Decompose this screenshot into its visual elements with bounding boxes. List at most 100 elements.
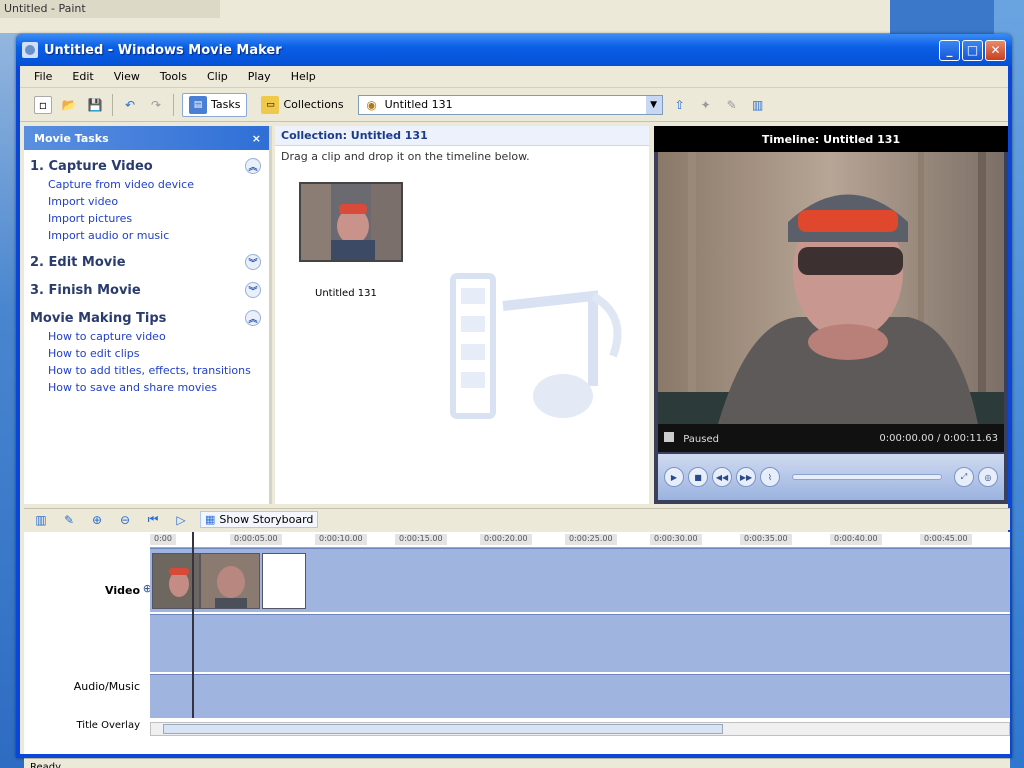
- split-icon[interactable]: ⌇: [760, 467, 780, 487]
- narrate-icon[interactable]: ✎: [60, 511, 78, 529]
- undo-icon[interactable]: ↶: [121, 96, 139, 114]
- expand-chevron-icon[interactable]: ︾: [245, 254, 261, 270]
- ruler-tick: 0:00:10.00: [315, 534, 367, 545]
- playback-controls: ▶ ■ ◀◀ ▶▶ ⌇ ⤢ ◎: [658, 454, 1004, 500]
- close-button[interactable]: ✕: [985, 39, 1006, 61]
- ruler-tick: 0:00:15.00: [395, 534, 447, 545]
- menu-tools[interactable]: Tools: [160, 70, 187, 83]
- tips-links: How to capture video How to edit clips H…: [24, 330, 269, 398]
- zoom-out-icon[interactable]: ⊖: [116, 511, 134, 529]
- snapshot-icon[interactable]: ◎: [978, 467, 998, 487]
- menu-edit[interactable]: Edit: [72, 70, 93, 83]
- title-overlay-track[interactable]: [150, 674, 1010, 718]
- seek-bar[interactable]: [792, 474, 942, 480]
- chevron-down-icon[interactable]: ▼: [645, 95, 662, 114]
- ruler-tick: 0:00:25.00: [565, 534, 617, 545]
- ruler-tick: 0:00:30.00: [650, 534, 702, 545]
- new-project-icon[interactable]: ▫: [34, 95, 52, 114]
- show-storyboard-button[interactable]: ▦ Show Storyboard: [200, 511, 319, 528]
- next-frame-icon[interactable]: ▶▶: [736, 467, 756, 487]
- ruler-tick: 0:00:20.00: [480, 534, 532, 545]
- timeline-scrollbar[interactable]: [150, 722, 1010, 736]
- rewind-timeline-icon[interactable]: ⏮: [144, 511, 162, 529]
- playback-time: 0:00:00.00 / 0:00:11.63: [879, 432, 998, 444]
- monitor-status: Paused 0:00:00.00 / 0:00:11.63: [658, 424, 1004, 452]
- timeline-toolbar: ▥ ✎ ⊕ ⊖ ⏮ ▷ ▦ Show Storyboard: [24, 508, 1010, 530]
- collections-button[interactable]: ▭ Collections: [255, 93, 349, 117]
- up-level-icon[interactable]: ⇧: [671, 96, 689, 114]
- movie-maker-icon: [22, 42, 38, 58]
- menu-help[interactable]: Help: [291, 70, 316, 83]
- video-preview[interactable]: [658, 152, 1004, 424]
- collection-combo[interactable]: ◉ Untitled 131 ▼: [357, 94, 663, 115]
- close-pane-icon[interactable]: ×: [252, 132, 261, 145]
- play-timeline-icon[interactable]: ▷: [172, 511, 190, 529]
- track-label-video[interactable]: Video: [105, 584, 140, 597]
- movie-tasks-pane: Movie Tasks × 1. Capture Video ︽ Capture…: [24, 126, 272, 504]
- section-finish-movie[interactable]: 3. Finish Movie ︾: [24, 274, 269, 302]
- section-title: 1. Capture Video: [30, 158, 153, 174]
- save-project-icon[interactable]: 💾: [86, 96, 104, 114]
- clip-label: Untitled 131: [315, 288, 377, 299]
- status-bar: Ready: [24, 758, 1010, 768]
- fullscreen-icon[interactable]: ⤢: [954, 467, 974, 487]
- link-how-share[interactable]: How to save and share movies: [48, 381, 269, 394]
- link-import-audio[interactable]: Import audio or music: [48, 229, 269, 242]
- toolbar-separator: [173, 93, 174, 116]
- minimize-button[interactable]: _: [939, 39, 960, 61]
- maximize-button[interactable]: □: [962, 39, 983, 61]
- scrollbar-thumb[interactable]: [163, 724, 723, 734]
- link-how-edit[interactable]: How to edit clips: [48, 347, 269, 360]
- link-import-pictures[interactable]: Import pictures: [48, 212, 269, 225]
- collapse-chevron-icon[interactable]: ︽: [245, 310, 261, 326]
- status-indicator-icon: [664, 431, 674, 442]
- background-window-title: Untitled - Paint: [0, 0, 220, 18]
- timeline-clip[interactable]: [200, 553, 260, 609]
- play-icon[interactable]: ▶: [664, 467, 684, 487]
- title-bar[interactable]: Untitled - Windows Movie Maker _ □ ✕: [16, 34, 1012, 66]
- track-label-title-overlay: Title Overlay: [76, 720, 141, 731]
- toolbar-separator: [112, 93, 113, 116]
- section-title: 3. Finish Movie: [30, 282, 141, 298]
- menu-play[interactable]: Play: [248, 70, 271, 83]
- link-how-capture[interactable]: How to capture video: [48, 330, 269, 343]
- collections-folder-icon: ▭: [261, 95, 280, 114]
- set-audio-levels-icon[interactable]: ▥: [32, 511, 50, 529]
- audio-music-track[interactable]: [150, 614, 1010, 672]
- menu-view[interactable]: View: [114, 70, 140, 83]
- stop-icon[interactable]: ■: [688, 467, 708, 487]
- section-movie-tips[interactable]: Movie Making Tips ︽: [24, 302, 269, 330]
- timeline-clip-image: [201, 554, 259, 608]
- menu-file[interactable]: File: [34, 70, 52, 83]
- playhead[interactable]: [192, 532, 194, 718]
- zoom-in-icon[interactable]: ⊕: [88, 511, 106, 529]
- monitor-title: Timeline: Untitled 131: [654, 126, 1008, 152]
- main-toolbar: ▫ 📂 💾 ↶ ↷ ▤ Tasks ▭ Collections ◉ Untitl…: [20, 88, 1008, 122]
- background-window: Untitled - Paint: [0, 0, 890, 34]
- link-import-video[interactable]: Import video: [48, 195, 269, 208]
- section-capture-video[interactable]: 1. Capture Video ︽: [24, 150, 269, 178]
- views-icon[interactable]: ▥: [749, 96, 767, 114]
- menu-clip[interactable]: Clip: [207, 70, 228, 83]
- section-title: Movie Making Tips: [30, 310, 167, 326]
- title-clip[interactable]: [262, 553, 306, 609]
- timeline: Video ⊕ Audio/Music Title Overlay 0:00 0…: [24, 532, 1010, 754]
- new-collection-icon[interactable]: ✦: [697, 96, 715, 114]
- section-edit-movie[interactable]: 2. Edit Movie ︾: [24, 246, 269, 274]
- clip-thumbnail[interactable]: [299, 182, 403, 262]
- timeline-ruler[interactable]: 0:00 0:00:05.00 0:00:10.00 0:00:15.00 0:…: [150, 532, 1010, 548]
- redo-icon[interactable]: ↷: [147, 96, 165, 114]
- task-pane-header: Movie Tasks ×: [24, 126, 269, 150]
- previous-frame-icon[interactable]: ◀◀: [712, 467, 732, 487]
- video-track[interactable]: [150, 548, 1010, 612]
- delete-icon[interactable]: ✎: [723, 96, 741, 114]
- tasks-button[interactable]: ▤ Tasks: [182, 92, 248, 117]
- link-how-titles[interactable]: How to add titles, effects, transitions: [48, 364, 269, 377]
- storyboard-icon: ▦: [205, 513, 216, 526]
- expand-chevron-icon[interactable]: ︾: [245, 282, 261, 298]
- ruler-tick: 0:00:05.00: [230, 534, 282, 545]
- open-project-icon[interactable]: 📂: [60, 96, 78, 114]
- collection-combo-value: Untitled 131: [384, 98, 453, 111]
- collapse-chevron-icon[interactable]: ︽: [245, 158, 261, 174]
- link-capture-device[interactable]: Capture from video device: [48, 178, 269, 191]
